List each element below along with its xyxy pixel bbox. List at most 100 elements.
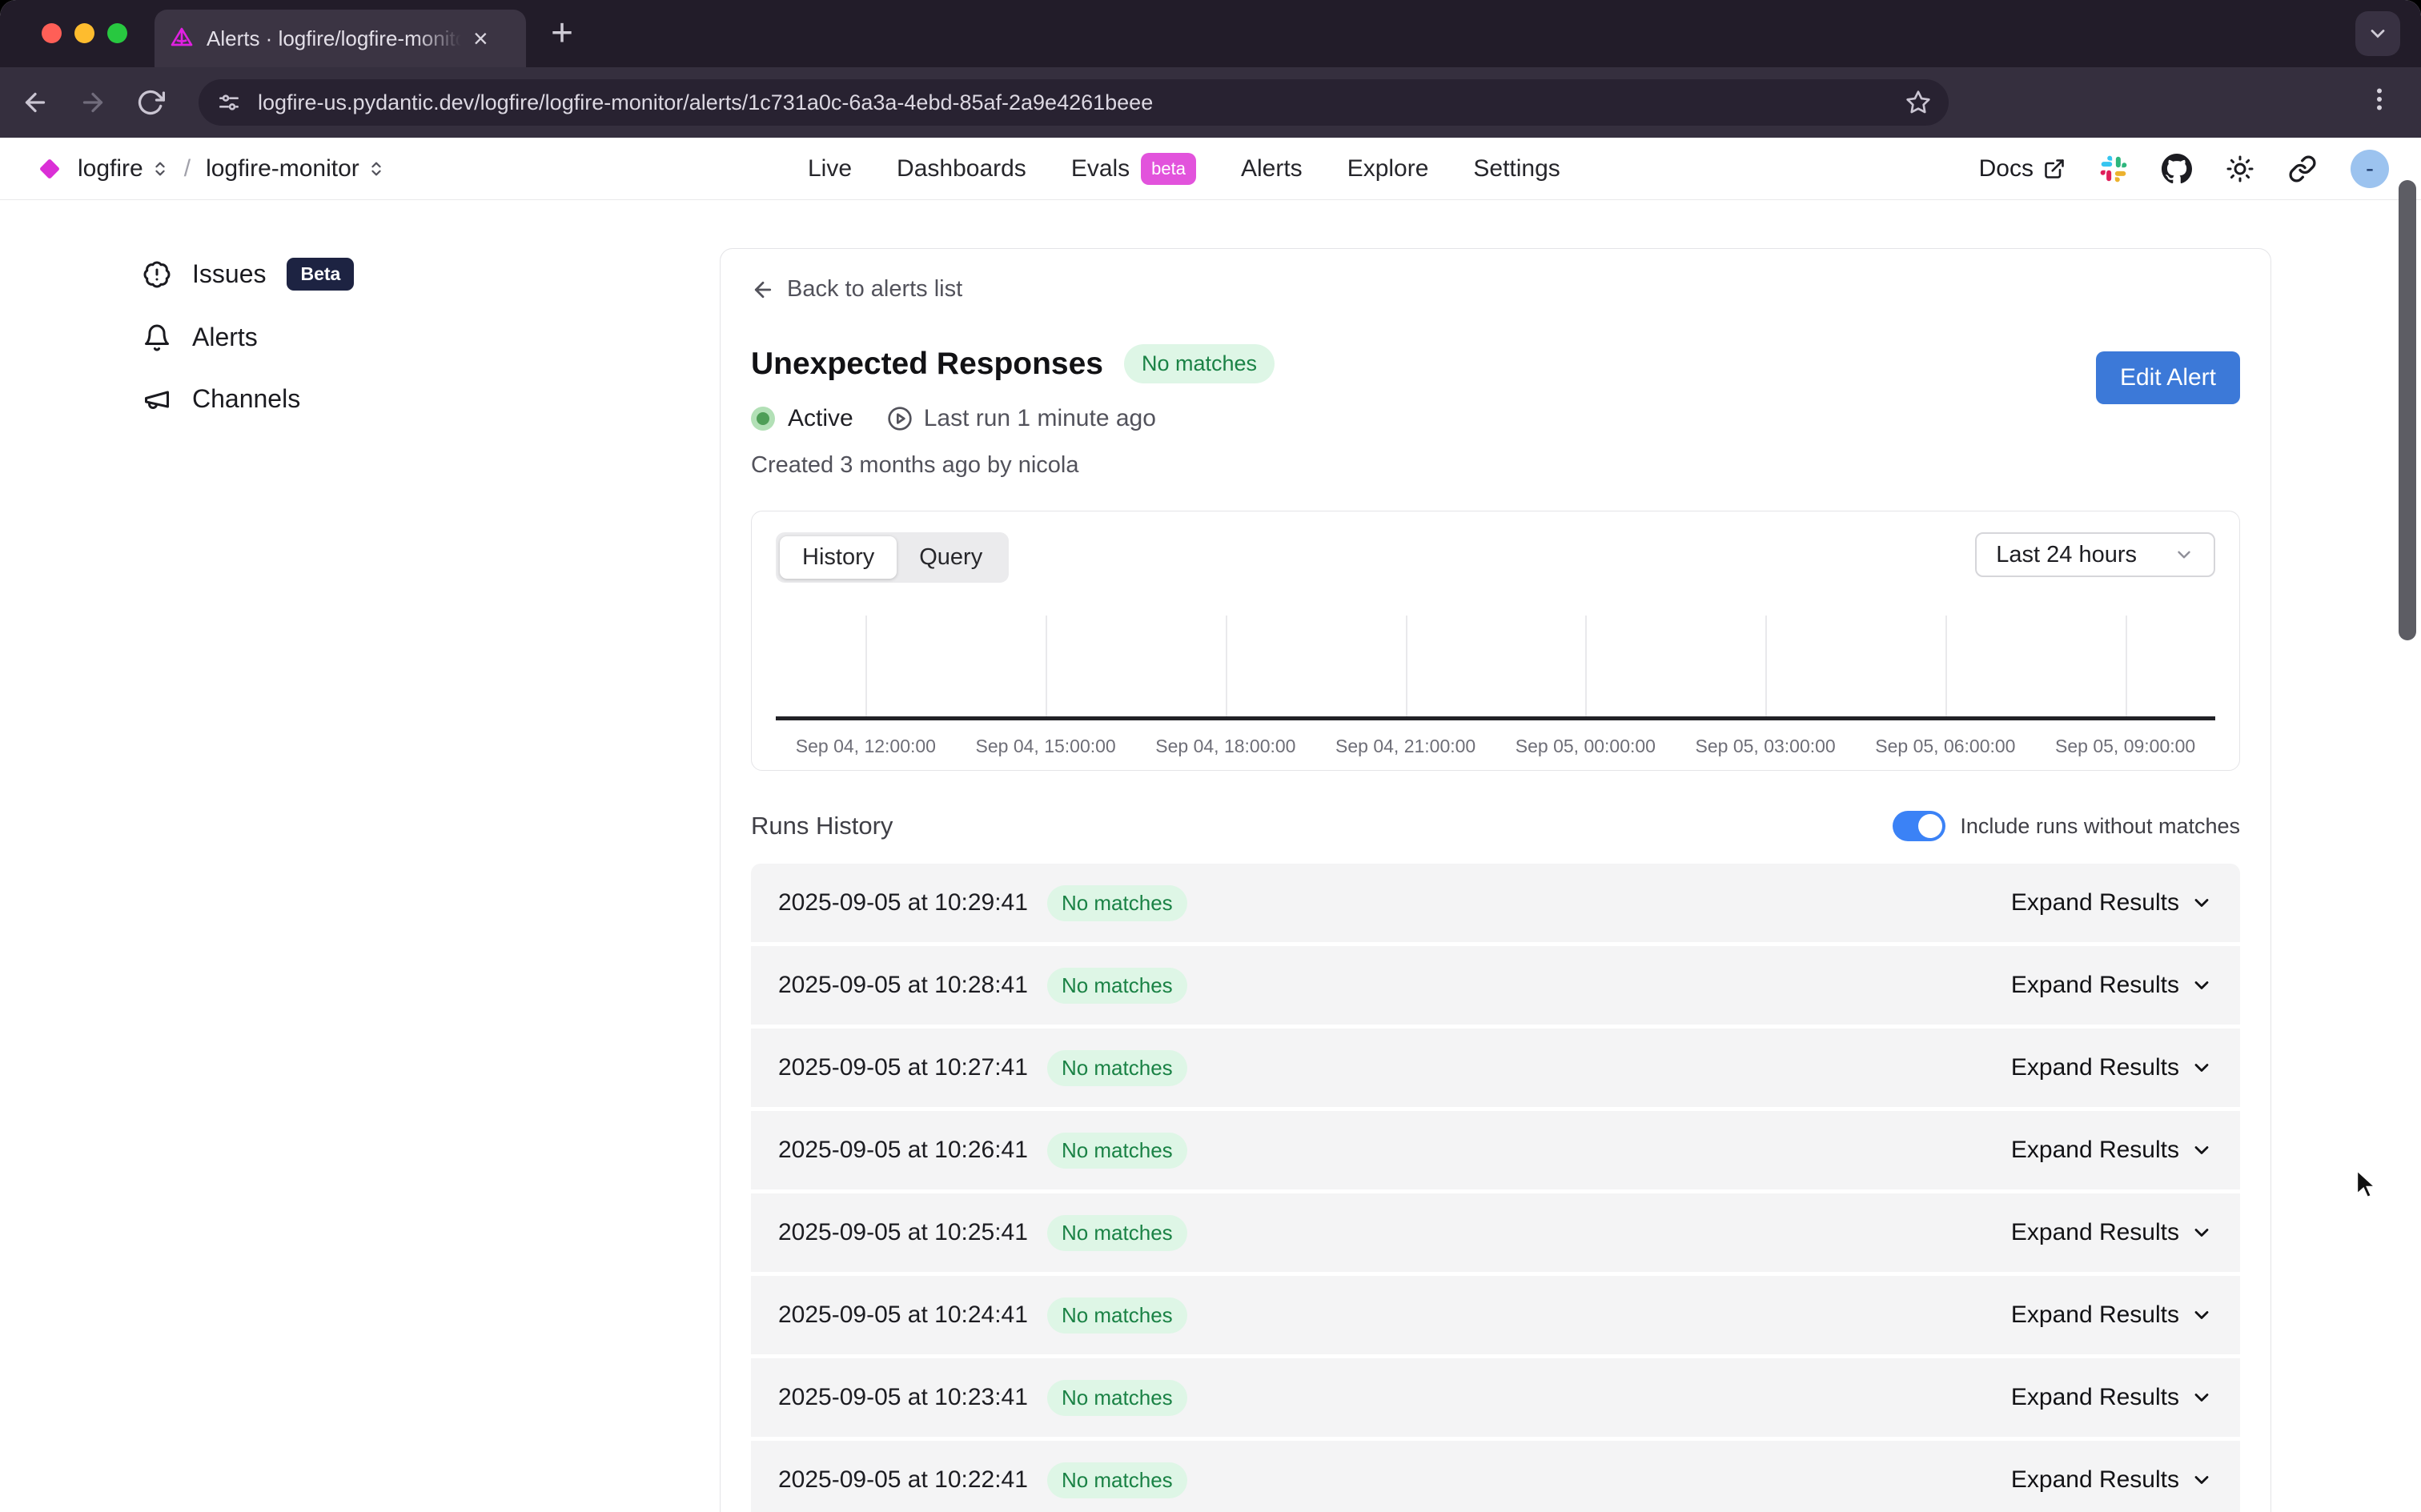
browser-menu-icon[interactable] (2365, 85, 2394, 114)
chevrons-up-down-icon (151, 160, 169, 178)
browser-tab-bar: Alerts · logfire/logfire-monitor × + (0, 0, 2421, 67)
expand-results-button[interactable]: Expand Results (2011, 1466, 2213, 1494)
expand-results-button[interactable]: Expand Results (2011, 1054, 2213, 1081)
history-panel: History Query Last 24 hours Sep 04, 12:0… (751, 511, 2240, 771)
sidebar-item-channels[interactable]: Channels (143, 384, 354, 414)
back-link-label: Back to alerts list (787, 276, 962, 303)
bookmark-star-icon[interactable] (1905, 90, 1931, 115)
nav-live[interactable]: Live (808, 155, 852, 182)
megaphone-icon (143, 385, 171, 414)
back-button[interactable] (21, 88, 50, 117)
edit-alert-button[interactable]: Edit Alert (2096, 351, 2240, 404)
external-link-icon (2043, 158, 2066, 180)
run-row[interactable]: 2025-09-05 at 10:28:41No matches Expand … (751, 946, 2240, 1025)
run-row[interactable]: 2025-09-05 at 10:27:41No matches Expand … (751, 1029, 2240, 1107)
nav-label: Live (808, 155, 852, 182)
expand-results-button[interactable]: Expand Results (2011, 1301, 2213, 1329)
expand-results-label: Expand Results (2011, 1137, 2179, 1164)
alert-status-row: Active Last run 1 minute ago (751, 404, 2240, 433)
run-row[interactable]: 2025-09-05 at 10:24:41No matches Expand … (751, 1276, 2240, 1354)
run-row[interactable]: 2025-09-05 at 10:25:41 No matches Expand … (751, 1193, 2240, 1272)
address-bar[interactable]: logfire-us.pydantic.dev/logfire/logfire-… (199, 79, 1949, 126)
new-tab-button[interactable]: + (551, 14, 573, 53)
sidebar-item-issues[interactable]: Issues Beta (143, 258, 354, 291)
tab-search-chevron-icon[interactable] (2355, 11, 2400, 56)
logfire-favicon-icon (169, 26, 195, 51)
sidebar-item-alerts[interactable]: Alerts (143, 323, 354, 352)
run-timestamp: 2025-09-05 at 10:29:41 (778, 889, 1028, 916)
bell-icon (143, 323, 171, 352)
nav-settings[interactable]: Settings (1473, 155, 1560, 182)
share-link-icon[interactable] (2288, 154, 2317, 183)
expand-results-button[interactable]: Expand Results (2011, 889, 2213, 916)
beta-badge: Beta (287, 258, 354, 291)
run-match-badge: No matches (1047, 1050, 1187, 1086)
nav-alerts[interactable]: Alerts (1241, 155, 1303, 182)
active-label: Active (788, 405, 853, 432)
time-range-select[interactable]: Last 24 hours (1975, 532, 2215, 577)
run-timestamp: 2025-09-05 at 10:22:41 (778, 1466, 1028, 1494)
logfire-logo-icon (34, 153, 66, 185)
sidebar-item-label: Alerts (192, 323, 258, 352)
app-header: logfire / logfire-monitor Live Dashboard… (0, 138, 2421, 200)
last-run-status: Last run 1 minute ago (887, 405, 1156, 432)
site-settings-icon[interactable] (216, 90, 242, 115)
history-chart (776, 606, 2215, 719)
expand-results-label: Expand Results (2011, 1054, 2179, 1081)
browser-tab[interactable]: Alerts · logfire/logfire-monitor × (155, 10, 526, 67)
expand-results-button[interactable]: Expand Results (2011, 1384, 2213, 1411)
expand-results-button[interactable]: Expand Results (2011, 972, 2213, 999)
run-row[interactable]: 2025-09-05 at 10:29:41 No matches Expand … (751, 864, 2240, 942)
docs-link[interactable]: Docs (1979, 155, 2066, 182)
user-avatar[interactable]: - (2351, 150, 2389, 188)
nav-label: Evals (1071, 155, 1130, 182)
chevron-down-icon (2190, 1139, 2213, 1161)
run-match-badge: No matches (1047, 885, 1187, 921)
run-timestamp: 2025-09-05 at 10:26:41 (778, 1137, 1028, 1164)
project-selector[interactable]: logfire-monitor (206, 155, 385, 182)
run-row[interactable]: 2025-09-05 at 10:26:41 No matches Expand … (751, 1111, 2240, 1189)
back-to-alerts-link[interactable]: Back to alerts list (751, 276, 962, 303)
close-window-button[interactable] (42, 23, 62, 43)
expand-results-button[interactable]: Expand Results (2011, 1137, 2213, 1164)
main-nav: Live Dashboards Evals beta Alerts Explor… (808, 153, 1560, 185)
slack-icon[interactable] (2099, 154, 2128, 183)
nav-evals[interactable]: Evals beta (1071, 153, 1196, 185)
expand-results-label: Expand Results (2011, 1301, 2179, 1329)
org-selector[interactable]: logfire (78, 155, 169, 182)
expand-results-label: Expand Results (2011, 972, 2179, 999)
run-timestamp: 2025-09-05 at 10:25:41 (778, 1219, 1028, 1246)
runs-history-header: Runs History Include runs without matche… (751, 811, 2240, 841)
org-name: logfire (78, 155, 143, 182)
nav-label: Alerts (1241, 155, 1303, 182)
forward-button[interactable] (78, 88, 107, 117)
minimize-window-button[interactable] (74, 23, 94, 43)
runs-list: 2025-09-05 at 10:29:41 No matches Expand … (751, 864, 2240, 1512)
tab-history[interactable]: History (780, 536, 897, 579)
page-scrollbar[interactable] (2399, 180, 2416, 640)
nav-explore[interactable]: Explore (1347, 155, 1429, 182)
theme-toggle-sun-icon[interactable] (2226, 154, 2254, 183)
runs-history-heading: Runs History (751, 812, 893, 840)
run-match-badge: No matches (1047, 1133, 1187, 1169)
run-match-badge: No matches (1047, 968, 1187, 1004)
refresh-button[interactable] (136, 88, 165, 117)
chevron-down-icon (2190, 974, 2213, 997)
tab-query[interactable]: Query (897, 536, 1005, 579)
maximize-window-button[interactable] (107, 23, 127, 43)
run-row[interactable]: 2025-09-05 at 10:23:41No matches Expand … (751, 1358, 2240, 1437)
expand-results-button[interactable]: Expand Results (2011, 1219, 2213, 1246)
chart-x-tick-labels: Sep 04, 12:00:00Sep 04, 15:00:00 Sep 04,… (776, 736, 2215, 757)
mouse-cursor (2351, 1167, 2383, 1202)
github-icon[interactable] (2162, 154, 2192, 184)
alert-title: Unexpected Responses (751, 347, 1103, 382)
expand-results-label: Expand Results (2011, 1384, 2179, 1411)
run-match-badge: No matches (1047, 1215, 1187, 1251)
run-row[interactable]: 2025-09-05 at 10:22:41No matches Expand … (751, 1441, 2240, 1512)
include-runs-toggle[interactable] (1893, 811, 1945, 841)
active-status: Active (751, 405, 853, 432)
docs-label: Docs (1979, 155, 2034, 182)
chevrons-up-down-icon (367, 160, 385, 178)
nav-dashboards[interactable]: Dashboards (897, 155, 1026, 182)
tab-close-icon[interactable]: × (473, 26, 488, 51)
